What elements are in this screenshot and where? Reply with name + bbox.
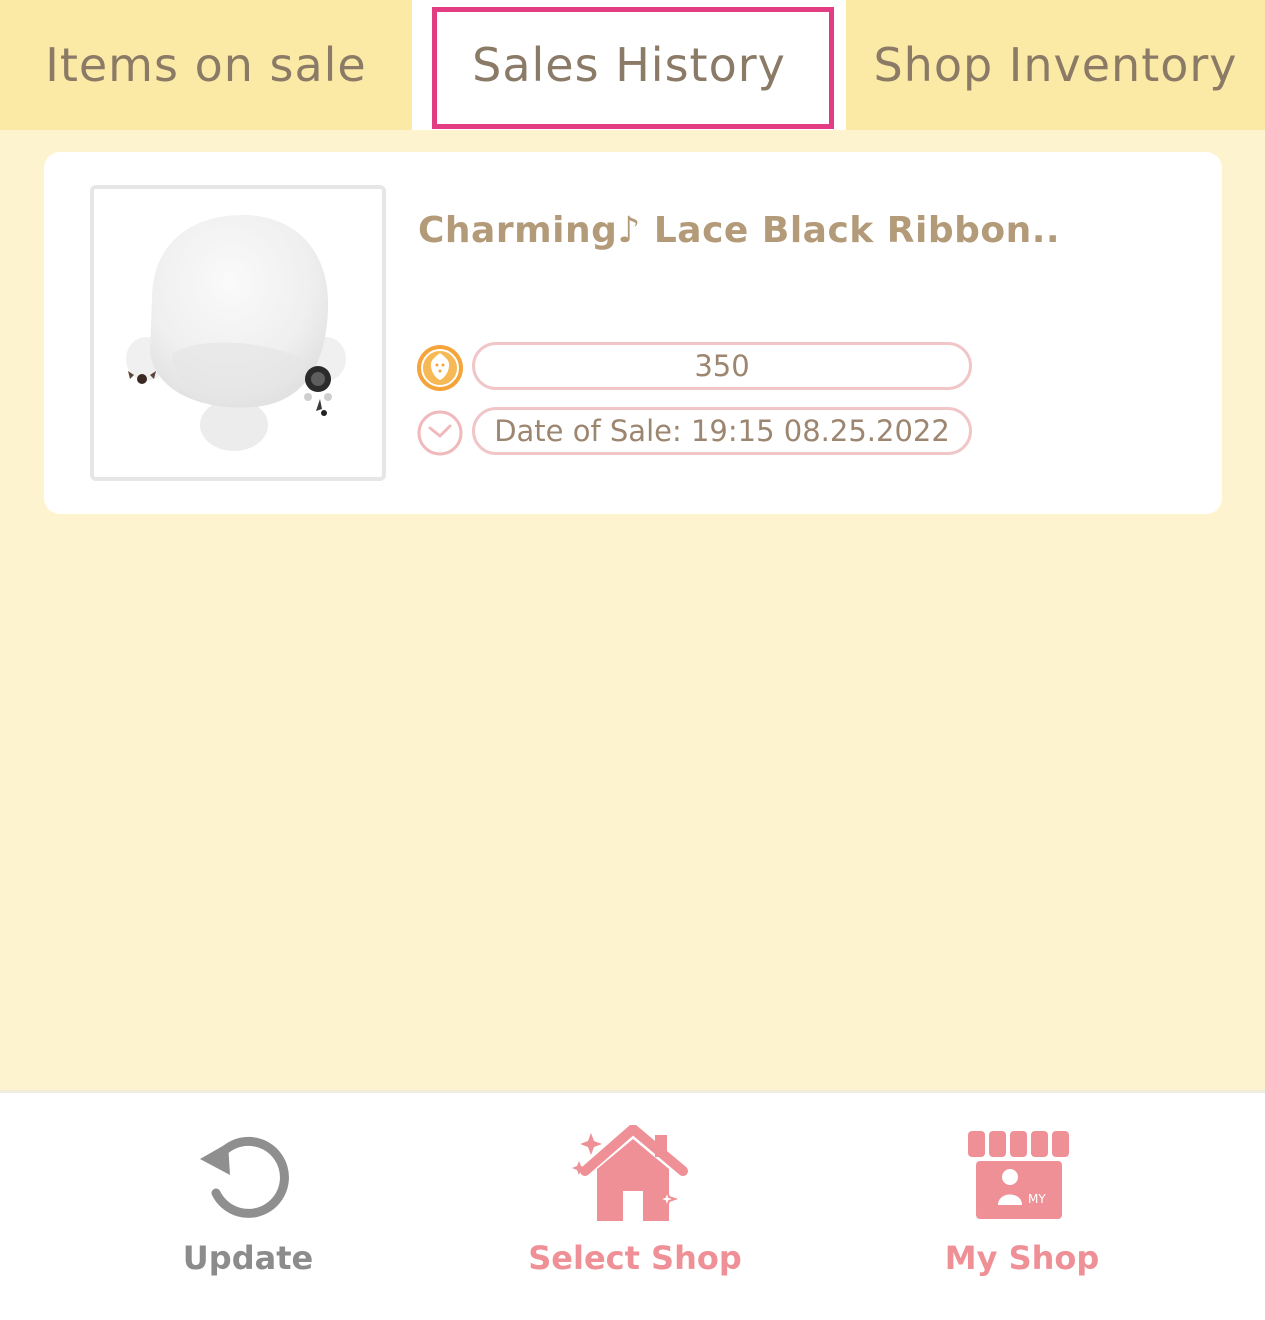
date-of-sale: Date of Sale: 19:15 08.25.2022 <box>472 407 972 455</box>
sale-price: 350 <box>472 342 972 390</box>
update-button[interactable]: Update <box>128 1093 368 1320</box>
tab-shop-inventory-label: Shop Inventory <box>873 38 1238 92</box>
tab-sales-history[interactable]: Sales History <box>412 0 846 130</box>
my-shop-button[interactable]: MY My Shop <box>902 1093 1142 1320</box>
tab-bar: Items on sale Sales History Shop Invento… <box>0 0 1265 130</box>
storefront-icon: MY <box>968 1131 1069 1219</box>
item-name: Charming♪ Lace Black Ribbon.. <box>418 210 1061 251</box>
svg-text:MY: MY <box>1028 1192 1046 1206</box>
select-shop-label: Select Shop <box>528 1239 742 1277</box>
my-shop-label: My Shop <box>944 1239 1100 1277</box>
clock-icon <box>417 410 463 456</box>
update-label: Update <box>182 1239 314 1277</box>
ribbon-earring-item-image <box>126 215 346 451</box>
bottom-nav: Update Select Shop MY My Shop <box>0 1090 1265 1320</box>
tab-items-on-sale[interactable]: Items on sale <box>0 0 412 130</box>
tab-sales-history-label: Sales History <box>472 38 786 92</box>
sales-history-screen: Items on sale Sales History Shop Invento… <box>0 0 1265 1320</box>
refresh-icon <box>200 1136 289 1218</box>
house-sparkle-icon <box>572 1125 688 1221</box>
sale-record-card[interactable]: Charming♪ Lace Black Ribbon.. 350 Date o… <box>44 152 1222 514</box>
select-shop-button[interactable]: Select Shop <box>515 1093 755 1320</box>
strawberry-coin-icon <box>417 345 463 391</box>
item-thumbnail[interactable] <box>90 185 386 481</box>
tab-items-on-sale-label: Items on sale <box>45 38 367 92</box>
tab-shop-inventory[interactable]: Shop Inventory <box>846 0 1265 130</box>
